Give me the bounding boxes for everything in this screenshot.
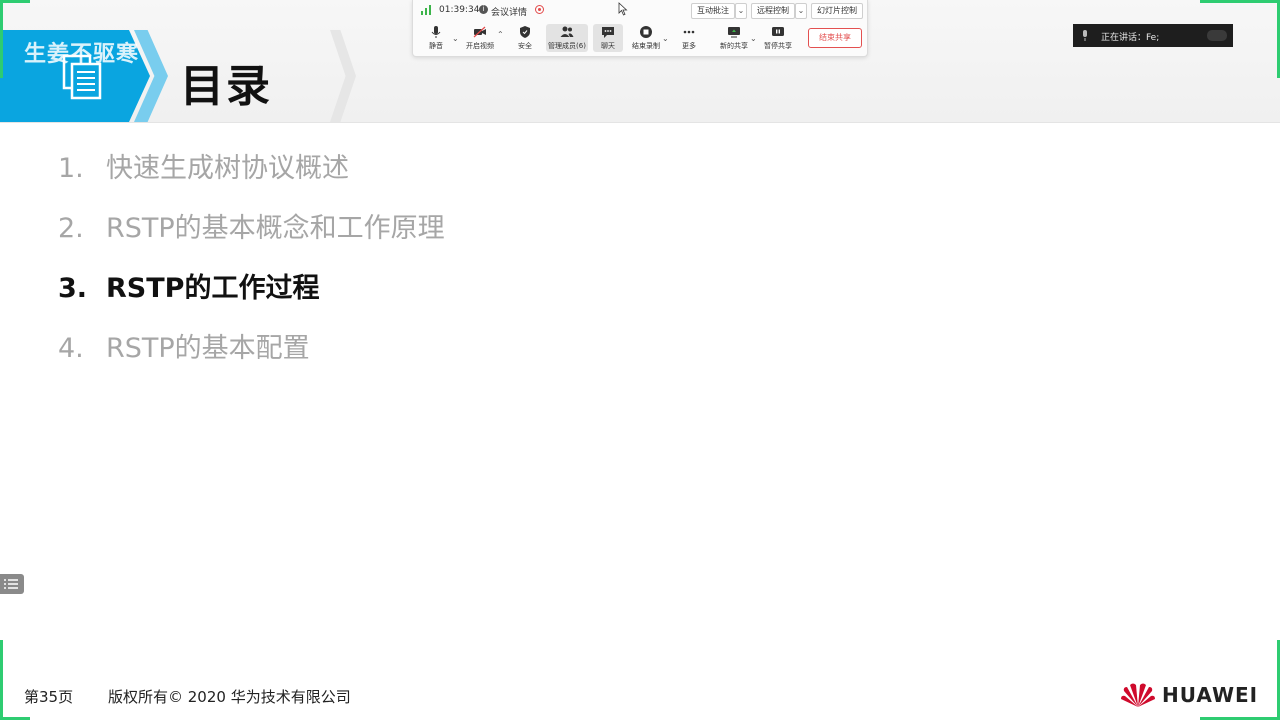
new-share-label: 新的共享 [720,42,748,50]
huawei-flower-icon [1121,683,1155,707]
agenda-text: RSTP的工作过程 [106,273,320,304]
mouse-cursor-icon [618,2,628,16]
agenda-item-4: 4. RSTP的基本配置 [58,326,310,365]
chevron-down-icon[interactable]: ⌄ [452,34,459,43]
huawei-wordmark: HUAWEI [1162,683,1259,707]
agenda-number: 2. [58,213,84,244]
chevron-down-icon[interactable]: ⌄ [750,34,757,43]
corner-mark [0,640,3,720]
more-dots-icon [683,30,695,34]
members-button[interactable]: 管理成员(6) [546,24,588,52]
chevron-down-icon[interactable]: ⌄ [735,3,747,19]
agenda-text: RSTP的基本配置 [106,333,310,364]
chevron-up-icon[interactable]: ⌃ [497,30,504,39]
end-share-button[interactable]: 结束共享 [808,28,862,48]
agenda-number: 3. [58,273,88,304]
chat-bubble-icon [602,27,614,38]
security-label: 安全 [518,42,532,50]
agenda-number: 4. [58,333,84,364]
signal-icon [421,5,431,15]
speaker-avatar [1207,30,1227,41]
list-icon [4,579,18,589]
more-button[interactable]: 更多 [672,24,706,52]
record-stop-icon [640,26,652,38]
chat-button[interactable]: 聊天 [593,24,623,52]
video-button[interactable]: 开启视频 [463,24,497,52]
meeting-details-link[interactable]: 会议详情 [491,5,527,18]
footer-copyright: 版权所有© 2020 华为技术有限公司 [108,688,351,706]
chevron-down-icon[interactable]: ⌄ [795,3,807,19]
agenda-text: RSTP的基本概念和工作原理 [106,213,445,244]
speaking-indicator: 正在讲话：Fe; [1073,24,1233,47]
screen-share-icon [728,27,740,38]
corner-mark [0,0,30,3]
chevron-down-icon[interactable]: ⌄ [662,34,669,43]
pause-share-label: 暂停共享 [764,42,792,50]
corner-mark [0,0,3,78]
microphone-icon [431,26,441,38]
meeting-timer: 01:39:34 [439,5,480,15]
chat-label: 聊天 [601,42,615,50]
more-label: 更多 [682,42,696,50]
camera-off-icon [473,26,486,38]
video-label: 开启视频 [466,42,494,50]
meeting-toolbar: 01:39:34 i 会议详情 互动批注 ⌄ 远程控制 ⌄ 幻灯片控制 静音 ⌄… [412,0,868,57]
mute-button[interactable]: 静音 [419,24,453,52]
agenda-text: 快速生成树协议概述 [106,153,349,184]
recording-icon [535,5,544,14]
agenda-item-3: 3. RSTP的工作过程 [58,266,319,305]
meeting-status-row: 01:39:34 i 会议详情 互动批注 ⌄ 远程控制 ⌄ 幻灯片控制 [413,0,867,20]
page-title: 目录 [180,61,272,112]
microphone-icon [1083,30,1087,41]
huawei-logo: HUAWEI [1120,681,1258,709]
annotate-button[interactable]: 互动批注 [691,3,735,19]
new-share-button[interactable]: 新的共享 [717,24,751,52]
members-label: 管理成员(6) [548,42,586,50]
security-button[interactable]: 安全 [508,24,542,52]
slide-control-button[interactable]: 幻灯片控制 [811,3,863,19]
users-icon [560,26,574,37]
mute-label: 静音 [429,42,443,50]
agenda-item-2: 2. RSTP的基本概念和工作原理 [58,206,445,245]
pause-icon [772,27,784,36]
speaking-label: 正在讲话：Fe; [1101,33,1160,43]
shield-icon [520,26,530,38]
watermark-text: 生姜不驱寒 [24,42,140,67]
pause-share-button[interactable]: 暂停共享 [761,24,795,52]
info-icon: i [479,5,488,14]
agenda-number: 1. [58,153,84,184]
agenda-item-1: 1. 快速生成树协议概述 [58,146,349,185]
stop-recording-label: 结束录制 [632,42,660,50]
stop-recording-button[interactable]: 结束录制 [629,24,663,52]
list-toggle-button[interactable] [0,574,24,594]
corner-mark [1200,0,1280,3]
footer-page-number: 第35页 [24,688,74,706]
remote-control-button[interactable]: 远程控制 [751,3,795,19]
